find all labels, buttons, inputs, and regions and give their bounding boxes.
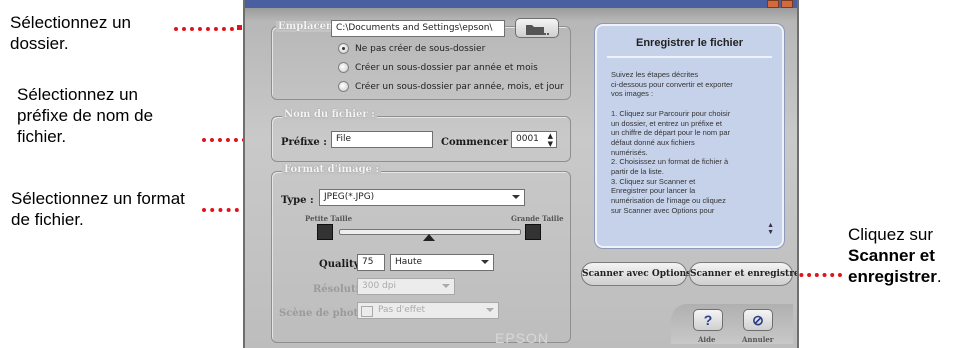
epson-logo: EPSON xyxy=(495,330,550,346)
bottom-button-bar xyxy=(671,304,793,344)
size-slider-thumb[interactable] xyxy=(423,234,435,241)
help-icon: ? xyxy=(703,312,713,328)
cancel-label: Annuler xyxy=(742,335,774,344)
resolution-value: 300 dpi xyxy=(362,281,396,291)
cancel-button[interactable]: ⊘ xyxy=(743,309,773,331)
large-size-icon xyxy=(525,224,541,240)
image-format-legend: Format d'image : xyxy=(282,164,382,175)
info-divider xyxy=(607,56,772,58)
radio-subfolder-year-month-day[interactable] xyxy=(338,81,349,92)
browse-folder-button[interactable] xyxy=(515,18,559,38)
photo-scene-label: Scène de photo: xyxy=(279,308,369,319)
callout-select-folder: Sélectionnez un dossier. xyxy=(10,12,190,54)
leader-folder xyxy=(174,27,234,31)
window-titlebar xyxy=(245,0,797,8)
quality-value-field[interactable]: 75 xyxy=(357,254,385,271)
photo-scene-select[interactable]: Pas d'effet xyxy=(357,302,499,319)
chevron-down-icon xyxy=(442,284,450,288)
chevron-down-icon xyxy=(481,260,489,264)
callout-scan-bold1: Scanner et xyxy=(848,246,935,265)
prefix-input[interactable]: File xyxy=(331,131,433,148)
photo-scene-icon xyxy=(361,306,373,317)
radio-subfolder-year-month[interactable] xyxy=(338,62,349,73)
save-file-window: Emplacement C:\Documents and Settings\ep… xyxy=(243,0,799,348)
folder-path-field[interactable]: C:\Documents and Settings\epson\ xyxy=(331,20,505,37)
chevron-down-icon xyxy=(512,195,520,199)
photo-scene-value: Pas d'effet xyxy=(378,305,426,315)
radio-subfolder-ymd-label: Créer un sous-dossier par année, mois, e… xyxy=(355,82,564,92)
start-number-value: 0001 xyxy=(516,134,539,144)
filename-legend: Nom du fichier : xyxy=(282,109,377,120)
callout-format-text: Sélectionnez un format de fichier. xyxy=(11,189,185,229)
start-number-stepper[interactable]: 0001 ▲ ▼ xyxy=(511,131,557,148)
type-value: JPEG(*.JPG) xyxy=(324,192,375,202)
close-button[interactable] xyxy=(781,0,793,8)
folder-open-icon xyxy=(526,25,549,35)
callout-scan-save: Cliquez sur Scanner et enregistrer. xyxy=(848,224,966,287)
stepper-arrows-icon[interactable]: ▲ ▼ xyxy=(548,132,553,147)
quality-level-select[interactable]: Haute xyxy=(390,254,494,271)
help-button[interactable]: ? xyxy=(693,309,723,331)
help-info-panel: Enregistrer le fichier Suivez les étapes… xyxy=(595,24,784,248)
type-label: Type : xyxy=(281,195,314,206)
prefix-label: Préfixe : xyxy=(281,137,327,148)
radio-no-subfolder-label: Ne pas créer de sous-dossier xyxy=(355,44,486,54)
cancel-icon: ⊘ xyxy=(752,312,764,328)
info-body-text: Suivez les étapes décrites ci-dessous po… xyxy=(611,70,733,215)
type-select[interactable]: JPEG(*.JPG) xyxy=(319,189,525,206)
chevron-down-icon xyxy=(486,308,494,312)
radio-subfolder-year-month-label: Créer un sous-dossier par année et mois xyxy=(355,63,538,73)
callout-select-prefix: Sélectionnez un préfixe de nom de fichie… xyxy=(17,84,187,147)
scroll-arrows-icon[interactable]: ▲ ▼ xyxy=(767,222,774,236)
minimize-button[interactable] xyxy=(767,0,779,8)
leader-folder-end xyxy=(237,25,242,30)
callout-scan-post: . xyxy=(936,267,942,286)
callout-folder-text: Sélectionnez un dossier. xyxy=(10,13,131,53)
large-size-label: Grande Taille xyxy=(511,214,564,223)
quality-level-value: Haute xyxy=(395,257,423,267)
radio-no-subfolder[interactable] xyxy=(338,43,349,54)
callout-select-format: Sélectionnez un format de fichier. xyxy=(11,188,186,230)
small-size-icon xyxy=(317,224,333,240)
callout-scan-bold2: enregistrer xyxy=(848,267,937,286)
callout-prefix-text: Sélectionnez un préfixe de nom de fichie… xyxy=(17,85,154,146)
help-label: Aide xyxy=(698,335,716,344)
info-title: Enregistrer le fichier xyxy=(636,37,743,49)
scan-and-save-button[interactable]: Scanner et enregistrer xyxy=(689,262,797,286)
small-size-label: Petite Taille xyxy=(305,214,353,223)
scan-with-options-button[interactable]: Scanner avec Options xyxy=(581,262,691,286)
callout-scan-pre: Cliquez sur xyxy=(848,225,934,244)
resolution-select[interactable]: 300 dpi xyxy=(357,278,455,295)
